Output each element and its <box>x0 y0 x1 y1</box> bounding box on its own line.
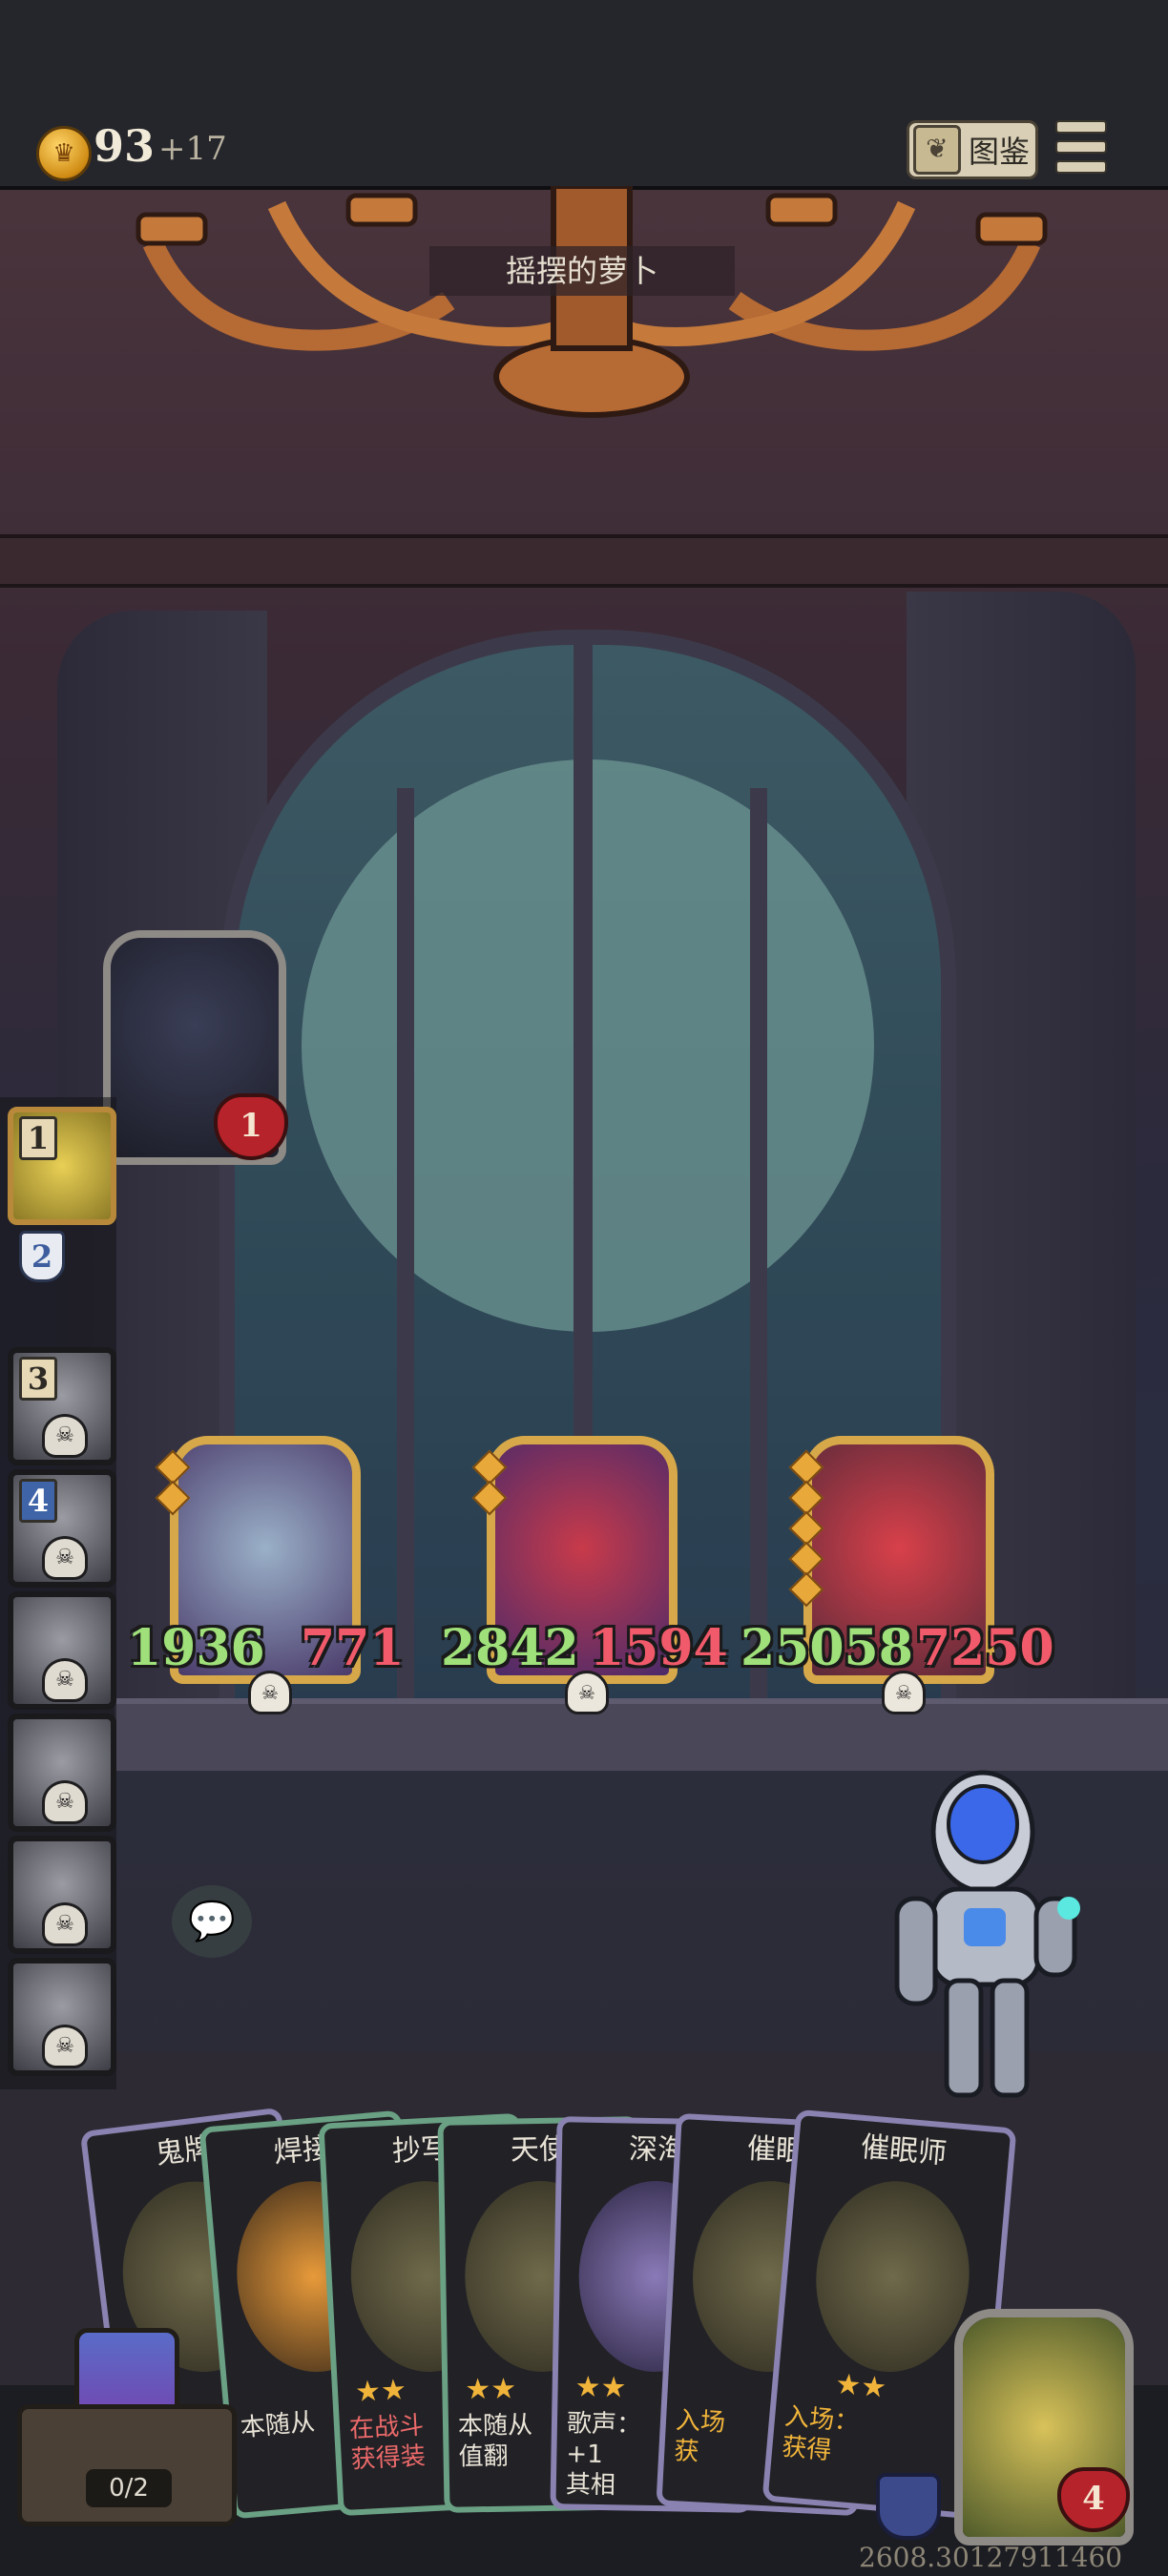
robot-hero[interactable] <box>859 1765 1088 2109</box>
treasure-chest-button[interactable]: 0/2 <box>17 2328 237 2526</box>
book-icon: ❦ <box>913 125 961 175</box>
skull-icon: ☠ <box>42 1780 88 1824</box>
card-stars: ★★ <box>465 2372 517 2407</box>
enemy-attack: 25058 <box>740 1619 913 1677</box>
card-stars: ★★ <box>833 2367 888 2405</box>
menu-line <box>1055 120 1107 134</box>
gold-income: +17 <box>158 130 227 168</box>
skull-icon: ☠ <box>42 2025 88 2068</box>
ceiling-beam <box>0 534 1168 588</box>
chandelier <box>136 186 1048 418</box>
chat-bubble-icon[interactable]: 💬 <box>172 1885 252 1958</box>
roster-slot-5[interactable]: ☠ <box>8 1591 116 1710</box>
hamburger-menu-button[interactable] <box>1055 120 1107 174</box>
card-art <box>808 2174 977 2379</box>
menu-line <box>1055 160 1107 174</box>
card-stars: ★★ <box>354 2373 407 2410</box>
gold-amount: 93 <box>94 120 156 172</box>
chest-icon <box>17 2404 237 2526</box>
enemy-health: 1594 <box>590 1619 728 1677</box>
skull-icon: ☠ <box>42 1536 88 1580</box>
roster-badge-2[interactable]: 2 <box>19 1231 65 1282</box>
enemy-attack: 2842 <box>441 1619 579 1677</box>
roster-slot-8[interactable]: ☠ <box>8 1958 116 2076</box>
enemy-health: 771 <box>301 1619 405 1677</box>
skull-icon: ☠ <box>42 1902 88 1946</box>
roster-slot-1[interactable]: 1 <box>8 1107 116 1225</box>
gold-coin-icon: ♛ <box>36 126 92 181</box>
skull-icon: ☠ <box>42 1414 88 1458</box>
codex-button[interactable]: ❦ 图鉴 <box>907 120 1038 179</box>
enemy-attack: 1936 <box>127 1619 265 1677</box>
skull-icon: ☠ <box>42 1658 88 1702</box>
card-stars: ★★ <box>574 2370 627 2405</box>
roster-badge: 3 <box>19 1357 57 1401</box>
roster-slot-7[interactable]: ☠ <box>8 1836 116 1954</box>
build-version-text: 2608.30127911460 <box>859 2542 1123 2573</box>
menu-line <box>1055 140 1107 154</box>
chest-counter: 0/2 <box>86 2469 172 2507</box>
roster-badge: 1 <box>19 1116 57 1160</box>
roster-slot-4[interactable]: 4 ☠ <box>8 1469 116 1588</box>
roster-badge: 4 <box>19 1479 57 1523</box>
card-description: 入场： 获得 <box>781 2401 861 2466</box>
card-title: 催眠师 <box>859 2129 949 2171</box>
roster-slot-3[interactable]: 3 ☠ <box>8 1347 116 1465</box>
codex-label: 图鉴 <box>969 134 1031 170</box>
enemy-health: 7250 <box>916 1619 1054 1677</box>
roster-slot-6[interactable]: ☠ <box>8 1714 116 1832</box>
shield-icon[interactable] <box>876 2473 941 2540</box>
location-title: 摇摆的萝卜 <box>429 246 735 296</box>
